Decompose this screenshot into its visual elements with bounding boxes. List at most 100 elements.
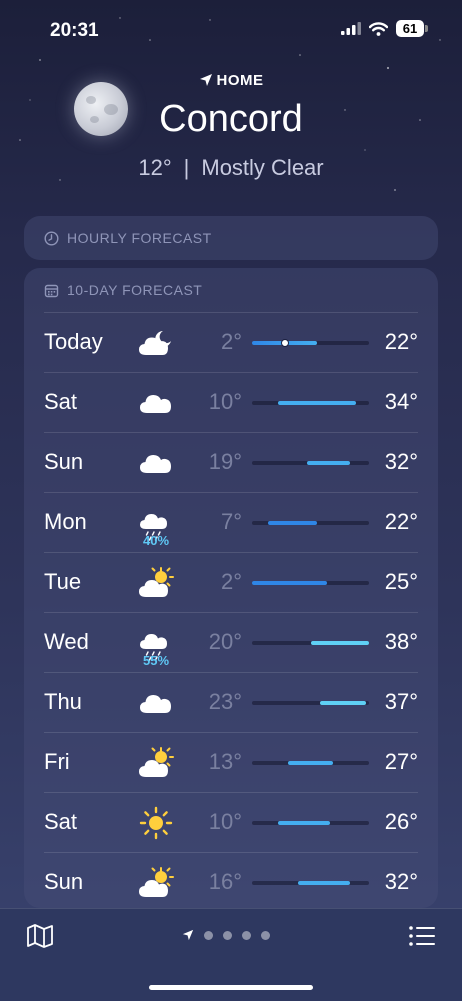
temp-range-track: [252, 339, 369, 347]
status-bar: 20:31 61: [0, 18, 462, 44]
list-icon[interactable]: [408, 925, 436, 947]
temp-range-bar: [297, 881, 350, 885]
ten-day-forecast-card[interactable]: 10-DAY FORECAST Today 2° 22° Sat 10° 34°…: [24, 268, 438, 908]
high-temp: 27°: [384, 749, 418, 774]
page-dot[interactable]: [261, 930, 270, 940]
page-dot[interactable]: [204, 930, 213, 940]
forecast-rows: Today 2° 22° Sat 10° 34° Sun 19° 32° Mon: [44, 312, 418, 912]
low-temp: 20°: [208, 629, 242, 654]
calendar-icon: [44, 284, 59, 297]
high-temp: 34°: [384, 389, 418, 414]
temp-range-bar: [307, 461, 350, 465]
low-temp: 2°: [220, 569, 242, 594]
partly-sunny-icon: [139, 567, 174, 597]
temp-range-track: [252, 821, 369, 825]
precip-chance: 40%: [142, 533, 170, 548]
hourly-forecast-card[interactable]: HOURLY FORECAST: [24, 216, 438, 260]
temp-range-track: [252, 401, 369, 405]
high-temp: 25°: [384, 569, 418, 594]
current-conditions: 12° | Mostly Clear: [0, 155, 462, 181]
low-temp: 13°: [208, 749, 242, 774]
conditions-separator: |: [183, 155, 190, 180]
low-temp: 23°: [208, 689, 242, 714]
temp-range-track: [252, 761, 369, 765]
low-temp: 16°: [208, 869, 242, 894]
cloud-icon: [140, 395, 171, 413]
high-temp: 26°: [384, 809, 418, 834]
day-label: Thu: [44, 689, 82, 714]
hourly-forecast-header: HOURLY FORECAST: [24, 216, 438, 260]
temp-range-track: [252, 461, 369, 465]
page-dot[interactable]: [223, 930, 232, 940]
page-dot[interactable]: [242, 930, 251, 940]
low-temp: 2°: [220, 329, 242, 354]
day-label: Today: [44, 329, 103, 354]
temp-range-track: [252, 581, 369, 585]
page-indicator[interactable]: [182, 929, 270, 941]
temp-range-bar: [310, 641, 369, 645]
forecast-row-fri[interactable]: Fri 13° 27°: [44, 732, 418, 792]
temp-range-track: [252, 521, 369, 525]
sun-icon: [139, 806, 173, 840]
forecast-row-sat[interactable]: Sat 10° 34°: [44, 372, 418, 432]
location-arrow-icon: [199, 74, 212, 86]
partly-sunny-icon: [139, 867, 174, 897]
forecast-row-sat-2[interactable]: Sat 10° 26°: [44, 792, 418, 852]
high-temp: 32°: [384, 449, 418, 474]
current-temperature: 12°: [138, 155, 172, 180]
temp-range-bar: [287, 761, 334, 765]
battery-nub: [425, 25, 428, 32]
battery-indicator: 61: [396, 20, 428, 37]
cloudy-night-icon: [139, 331, 171, 355]
map-icon[interactable]: [26, 923, 54, 949]
forecast-row-wed[interactable]: Wed 55% 20° 38°: [44, 612, 418, 672]
forecast-row-sun[interactable]: Sun 19° 32°: [44, 432, 418, 492]
temp-range-track: [252, 701, 369, 705]
forecast-row-thu[interactable]: Thu 23° 37°: [44, 672, 418, 732]
temp-range-bar: [252, 581, 327, 585]
location-label-text: HOME: [216, 72, 264, 89]
clock-icon: [44, 230, 59, 246]
forecast-row-tue[interactable]: Tue 2° 25°: [44, 552, 418, 612]
low-temp: 10°: [208, 809, 242, 834]
day-label: Mon: [44, 509, 87, 534]
day-label: Tue: [44, 569, 82, 594]
forecast-row-sun-2[interactable]: Sun 16° 32°: [44, 852, 418, 912]
status-icons: 61: [341, 20, 428, 37]
high-temp: 22°: [384, 329, 418, 354]
day-label: Sat: [44, 809, 78, 834]
temp-range-track: [252, 881, 369, 885]
partly-sunny-icon: [139, 747, 174, 777]
current-location-arrow-icon: [182, 929, 194, 941]
status-time: 20:31: [50, 20, 99, 41]
home-indicator: [149, 985, 313, 990]
location-label: HOME: [0, 72, 462, 89]
low-temp: 19°: [208, 449, 242, 474]
cloud-icon: [140, 695, 171, 713]
high-temp: 22°: [384, 509, 418, 534]
day-label: Fri: [44, 749, 70, 774]
low-temp: 10°: [208, 389, 242, 414]
hourly-forecast-title: HOURLY FORECAST: [67, 230, 212, 246]
day-label: Wed: [44, 629, 89, 654]
high-temp: 37°: [384, 689, 418, 714]
precip-chance: 55%: [142, 653, 170, 668]
ten-day-forecast-title: 10-DAY FORECAST: [67, 282, 203, 298]
high-temp: 32°: [384, 869, 418, 894]
battery-level: 61: [396, 20, 424, 37]
temp-range-bar: [278, 821, 330, 825]
city-name: Concord: [159, 98, 303, 140]
ten-day-forecast-header: 10-DAY FORECAST: [24, 268, 438, 312]
high-temp: 38°: [384, 629, 418, 654]
day-label: Sun: [44, 449, 84, 474]
forecast-row-today[interactable]: Today 2° 22°: [44, 312, 418, 372]
low-temp: 7°: [220, 509, 242, 534]
bottom-toolbar: [0, 908, 462, 1001]
day-label: Sun: [44, 869, 84, 894]
day-label: Sat: [44, 389, 78, 414]
condition-text: Mostly Clear: [201, 155, 324, 180]
wifi-icon: [369, 21, 388, 36]
temp-range-bar: [268, 521, 317, 525]
forecast-row-mon[interactable]: Mon 40% 7° 22°: [44, 492, 418, 552]
temp-range-track: [252, 641, 369, 645]
